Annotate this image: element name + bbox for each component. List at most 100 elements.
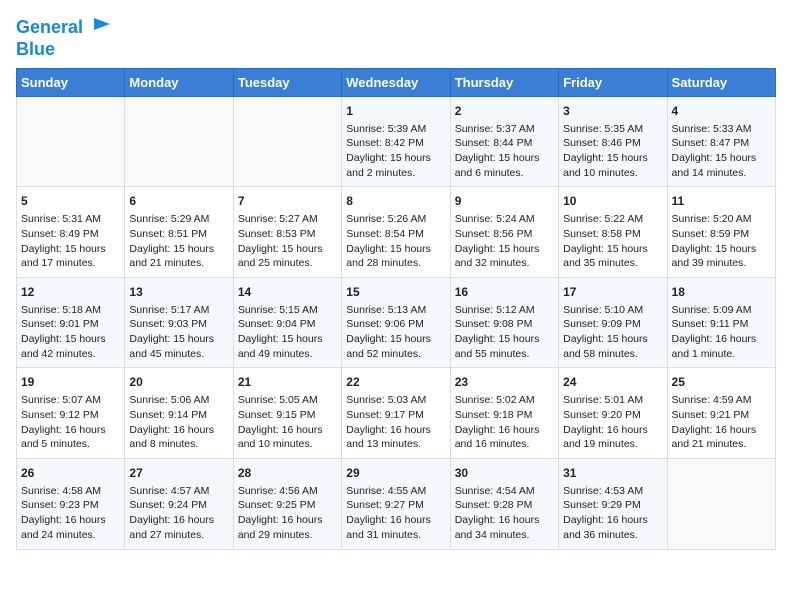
sunrise-label: Sunrise: 4:58 AM — [21, 485, 101, 497]
day-number: 17 — [563, 284, 662, 301]
sunrise-label: Sunrise: 5:15 AM — [238, 304, 318, 316]
calendar-cell: 12Sunrise: 5:18 AMSunset: 9:01 PMDayligh… — [17, 277, 125, 368]
daylight-label: Daylight: 16 hours and 16 minutes. — [455, 424, 540, 451]
sunset-label: Sunset: 8:56 PM — [455, 228, 533, 240]
sunset-label: Sunset: 8:42 PM — [346, 137, 424, 149]
sunset-label: Sunset: 9:12 PM — [21, 409, 99, 421]
calendar-cell: 5Sunrise: 5:31 AMSunset: 8:49 PMDaylight… — [17, 187, 125, 278]
logo: General Blue — [16, 16, 114, 60]
day-number: 28 — [238, 465, 337, 482]
sunrise-label: Sunrise: 5:03 AM — [346, 394, 426, 406]
day-number: 25 — [672, 374, 771, 391]
day-number: 12 — [21, 284, 120, 301]
sunrise-label: Sunrise: 5:10 AM — [563, 304, 643, 316]
daylight-label: Daylight: 16 hours and 36 minutes. — [563, 514, 648, 541]
week-row-5: 26Sunrise: 4:58 AMSunset: 9:23 PMDayligh… — [17, 458, 776, 549]
day-header-friday: Friday — [559, 68, 667, 96]
sunrise-label: Sunrise: 4:54 AM — [455, 485, 535, 497]
daylight-label: Daylight: 15 hours and 42 minutes. — [21, 333, 106, 360]
day-number: 7 — [238, 193, 337, 210]
calendar-table: SundayMondayTuesdayWednesdayThursdayFrid… — [16, 68, 776, 550]
calendar-cell: 9 Sunrise: 5:24 AM Sunset: 8:56 PM Daylight… — [450, 187, 558, 278]
calendar-cell: 1Sunrise: 5:39 AMSunset: 8:42 PMDaylight… — [342, 96, 450, 187]
day-header-saturday: Saturday — [667, 68, 775, 96]
sunset-label: Sunset: 9:17 PM — [346, 409, 424, 421]
sunrise-label: Sunrise: 5:05 AM — [238, 394, 318, 406]
day-header-monday: Monday — [125, 68, 233, 96]
daylight-label: Daylight: 15 hours and 17 minutes. — [21, 243, 106, 270]
calendar-cell: 15Sunrise: 5:13 AMSunset: 9:06 PMDayligh… — [342, 277, 450, 368]
calendar-cell: 23Sunrise: 5:02 AMSunset: 9:18 PMDayligh… — [450, 368, 558, 459]
day-number: 31 — [563, 465, 662, 482]
calendar-cell: 16Sunrise: 5:12 AMSunset: 9:08 PMDayligh… — [450, 277, 558, 368]
daylight-label: Daylight: 16 hours and 27 minutes. — [129, 514, 214, 541]
day-number: 3 — [563, 103, 662, 120]
daylight-label: Daylight: 15 hours and 52 minutes. — [346, 333, 431, 360]
day-number: 19 — [21, 374, 120, 391]
sunrise-label: Sunrise: 5:29 AM — [129, 213, 209, 225]
daylight-label: Daylight: 15 hours and 32 minutes. — [455, 243, 540, 270]
sunset-label: Sunset: 9:11 PM — [672, 318, 749, 330]
day-number: 30 — [455, 465, 554, 482]
sunrise-label: Sunrise: 5:17 AM — [129, 304, 209, 316]
sunrise-label: Sunrise: 5:24 AM — [455, 213, 535, 225]
daylight-label: Daylight: 15 hours and 14 minutes. — [672, 152, 757, 179]
calendar-cell: 21Sunrise: 5:05 AMSunset: 9:15 PMDayligh… — [233, 368, 341, 459]
sunset-label: Sunset: 8:53 PM — [238, 228, 316, 240]
day-number: 6 — [129, 193, 228, 210]
calendar-cell: 19 Sunrise: 5:07 AM Sunset: 9:12 PM Dayligh… — [17, 368, 125, 459]
day-number: 8 — [346, 193, 445, 210]
calendar-cell: 31Sunrise: 4:53 AMSunset: 9:29 PMDayligh… — [559, 458, 667, 549]
day-header-wednesday: Wednesday — [342, 68, 450, 96]
sunset-label: Sunset: 9:06 PM — [346, 318, 424, 330]
sunset-label: Sunset: 8:51 PM — [129, 228, 207, 240]
sunrise-label: Sunrise: 5:39 AM — [346, 123, 426, 135]
sunrise-label: Sunrise: 4:55 AM — [346, 485, 426, 497]
daylight-label: Daylight: 15 hours and 21 minutes. — [129, 243, 214, 270]
calendar-cell: 27Sunrise: 4:57 AMSunset: 9:24 PMDayligh… — [125, 458, 233, 549]
calendar-cell — [17, 96, 125, 187]
sunrise-label: Sunrise: 5:07 AM — [21, 394, 101, 406]
calendar-cell: 22 Sunrise: 5:03 AM Sunset: 9:17 PM Dayligh… — [342, 368, 450, 459]
daylight-label: Daylight: 16 hours and 13 minutes. — [346, 424, 431, 451]
sunrise-label: Sunrise: 4:57 AM — [129, 485, 209, 497]
sunset-label: Sunset: 8:47 PM — [672, 137, 750, 149]
sunset-label: Sunset: 9:25 PM — [238, 499, 316, 511]
sunset-label: Sunset: 8:49 PM — [21, 228, 99, 240]
calendar-cell: 17Sunrise: 5:10 AMSunset: 9:09 PMDayligh… — [559, 277, 667, 368]
day-number: 29 — [346, 465, 445, 482]
sunset-label: Sunset: 8:59 PM — [672, 228, 750, 240]
calendar-cell — [233, 96, 341, 187]
sunset-label: Sunset: 9:15 PM — [238, 409, 316, 421]
day-header-tuesday: Tuesday — [233, 68, 341, 96]
day-number: 10 — [563, 193, 662, 210]
logo-blue: Blue — [16, 39, 55, 59]
sunset-label: Sunset: 9:29 PM — [563, 499, 641, 511]
sunset-label: Sunset: 9:28 PM — [455, 499, 533, 511]
daylight-label: Daylight: 15 hours and 45 minutes. — [129, 333, 214, 360]
day-number: 22 — [346, 374, 445, 391]
day-number: 11 — [672, 193, 771, 210]
calendar-cell: 18Sunrise: 5:09 AMSunset: 9:11 PMDayligh… — [667, 277, 775, 368]
sunset-label: Sunset: 9:03 PM — [129, 318, 207, 330]
calendar-cell: 8Sunrise: 5:26 AMSunset: 8:54 PMDaylight… — [342, 187, 450, 278]
daylight-label: Daylight: 15 hours and 2 minutes. — [346, 152, 431, 179]
day-number: 2 — [455, 103, 554, 120]
day-number: 14 — [238, 284, 337, 301]
calendar-cell: 20Sunrise: 5:06 AMSunset: 9:14 PMDayligh… — [125, 368, 233, 459]
sunrise-label: Sunrise: 5:18 AM — [21, 304, 101, 316]
sunrise-label: Sunrise: 5:35 AM — [563, 123, 643, 135]
day-header-sunday: Sunday — [17, 68, 125, 96]
calendar-header: SundayMondayTuesdayWednesdayThursdayFrid… — [17, 68, 776, 96]
day-number: 18 — [672, 284, 771, 301]
calendar-cell: 7Sunrise: 5:27 AMSunset: 8:53 PMDaylight… — [233, 187, 341, 278]
sunrise-label: Sunrise: 5:06 AM — [129, 394, 209, 406]
sunset-label: Sunset: 8:54 PM — [346, 228, 424, 240]
sunset-label: Sunset: 8:58 PM — [563, 228, 641, 240]
calendar-cell: 30 Sunrise: 4:54 AM Sunset: 9:28 PM Dayligh… — [450, 458, 558, 549]
day-number: 9 — [455, 193, 554, 210]
calendar-cell: 25Sunrise: 4:59 AMSunset: 9:21 PMDayligh… — [667, 368, 775, 459]
daylight-label: Daylight: 16 hours and 34 minutes. — [455, 514, 540, 541]
calendar-cell: 26Sunrise: 4:58 AMSunset: 9:23 PMDayligh… — [17, 458, 125, 549]
daylight-label: Daylight: 16 hours and 5 minutes. — [21, 424, 106, 451]
